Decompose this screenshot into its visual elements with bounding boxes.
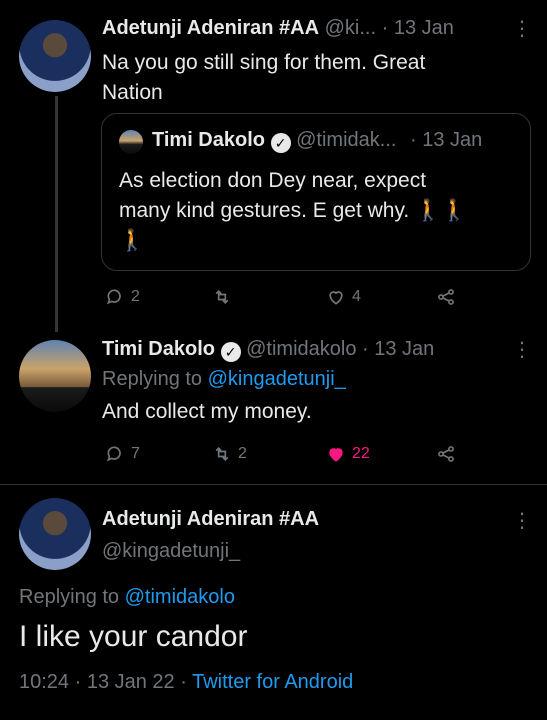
like-icon [329, 448, 343, 462]
reply-button[interactable]: 2 [105, 287, 140, 307]
more-icon[interactable]: ⋮ [512, 16, 532, 41]
reply-icon [106, 289, 121, 305]
divider [0, 484, 547, 485]
tweet-text: Na you go still sing for them. Great Nat… [102, 51, 426, 104]
replying-to: Replying to @timidakolo [19, 586, 235, 608]
verified-icon: ✓ [220, 342, 241, 362]
reply-button[interactable]: 7 [105, 444, 140, 464]
author-name[interactable]: Timi Dakolo [102, 338, 215, 360]
tweet-time[interactable]: 10:24 · 13 Jan 22 · [19, 671, 192, 693]
retweet-button[interactable] [212, 287, 238, 307]
quote-text: As election don Dey near, expect many ki… [119, 169, 468, 252]
share-icon [438, 446, 454, 462]
verified-icon: ✓ [270, 133, 291, 153]
more-icon[interactable]: ⋮ [512, 337, 532, 362]
quoted-tweet[interactable]: Timi Dakolo ✓ @timidak... · 13 Jan As el… [101, 113, 531, 271]
like-icon [329, 291, 343, 305]
avatar[interactable] [19, 340, 91, 412]
reply-icon [106, 446, 121, 462]
tweet-text: I like your candor [19, 620, 248, 653]
thread-line [55, 96, 58, 332]
tweet-meta: 10:24 · 13 Jan 22 · Twitter for Android [19, 671, 353, 694]
share-button[interactable] [436, 287, 456, 307]
like-button[interactable]: 4 [326, 287, 361, 307]
quote-header: Timi Dakolo ✓ @timidak... · 13 Jan [152, 129, 483, 153]
author-name[interactable]: Adetunji Adeniran #AA [102, 508, 319, 531]
retweet-icon [215, 446, 229, 462]
like-button[interactable]: 22 [326, 444, 370, 464]
share-icon [438, 289, 454, 305]
tweet-date[interactable]: · 13 Jan [382, 17, 454, 39]
avatar[interactable] [19, 498, 91, 570]
avatar [119, 130, 143, 154]
author-handle[interactable]: @kingadetunji_ [102, 540, 240, 563]
tweet-header: Adetunji Adeniran #AA @ki... · 13 Jan [102, 17, 454, 40]
author-handle[interactable]: @timidakolo · 13 Jan [246, 338, 434, 360]
more-icon[interactable]: ⋮ [512, 508, 532, 533]
tweet-header: Timi Dakolo ✓ @timidakolo · 13 Jan [102, 338, 434, 362]
avatar[interactable] [19, 20, 91, 92]
author-handle[interactable]: @ki... [325, 17, 376, 39]
retweet-icon [215, 289, 229, 305]
replying-to: Replying to @kingadetunji_ [102, 368, 346, 390]
share-button[interactable] [436, 444, 456, 464]
author-name[interactable]: Adetunji Adeniran #AA [102, 17, 319, 39]
retweet-button[interactable]: 2 [212, 444, 247, 464]
tweet-source[interactable]: Twitter for Android [192, 671, 353, 693]
tweet-text: And collect my money. [102, 400, 312, 423]
